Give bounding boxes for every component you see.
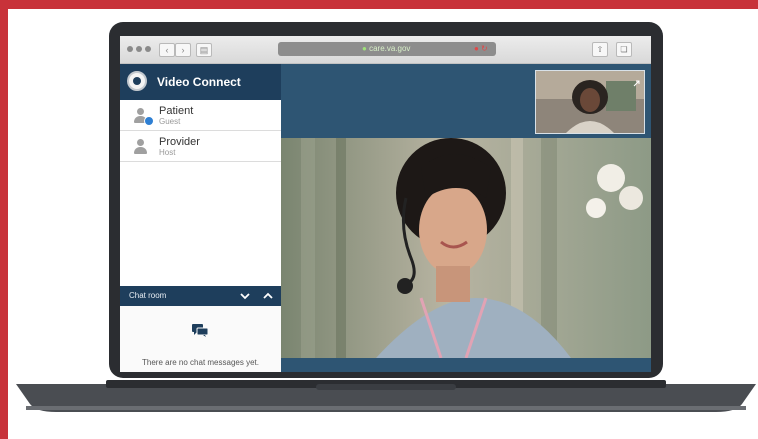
address-bar[interactable]: ● care.va.gov ● ↻ bbox=[278, 42, 496, 56]
red-frame-top bbox=[0, 0, 758, 9]
share-icon[interactable]: ⇧ bbox=[592, 42, 608, 57]
chat-bubble-icon bbox=[192, 324, 209, 338]
participant-name: Provider bbox=[159, 136, 200, 148]
participant-provider[interactable]: Provider Host bbox=[120, 131, 281, 162]
window-close-dot[interactable] bbox=[127, 46, 133, 52]
red-frame-left bbox=[0, 0, 8, 439]
chat-messages-panel: There are no chat messages yet. bbox=[120, 306, 281, 372]
url-text: care.va.gov bbox=[369, 44, 411, 53]
app-title: Video Connect bbox=[157, 75, 241, 89]
back-icon[interactable]: ‹ bbox=[159, 43, 175, 57]
chat-empty-message: There are no chat messages yet. bbox=[142, 358, 259, 367]
participants-sidebar: Video Connect Patient Guest Provider Hos… bbox=[120, 64, 282, 372]
laptop-base bbox=[16, 376, 756, 416]
va-seal-icon bbox=[127, 71, 147, 91]
app-header: Video Connect bbox=[120, 64, 281, 100]
participant-role: Host bbox=[159, 148, 176, 157]
tabs-icon[interactable]: ❏ bbox=[616, 42, 632, 57]
lock-icon: ● bbox=[362, 44, 367, 53]
participant-role: Guest bbox=[159, 117, 181, 126]
self-view-image bbox=[536, 71, 644, 133]
window-minimize-dot[interactable] bbox=[136, 46, 142, 52]
video-area bbox=[281, 64, 651, 372]
provider-video-image bbox=[281, 138, 651, 358]
reload-icon[interactable]: ● ↻ bbox=[474, 44, 488, 53]
person-icon bbox=[133, 139, 147, 155]
forward-icon[interactable]: › bbox=[175, 43, 191, 57]
participant-patient[interactable]: Patient Guest bbox=[120, 100, 281, 131]
main-video-feed bbox=[281, 138, 651, 358]
chat-room-title: Chat room bbox=[129, 291, 167, 300]
chevron-down-icon[interactable] bbox=[240, 291, 250, 301]
expand-icon[interactable] bbox=[633, 74, 640, 87]
video-badge-icon bbox=[144, 116, 154, 126]
self-view-video[interactable] bbox=[535, 70, 645, 134]
sidebar-icon[interactable]: ▤ bbox=[196, 43, 212, 57]
browser-toolbar: ‹ › ▤ ● care.va.gov ● ↻ ⇧ ❏ bbox=[120, 36, 651, 64]
participant-name: Patient bbox=[159, 105, 194, 117]
laptop-screen: ‹ › ▤ ● care.va.gov ● ↻ ⇧ ❏ Video Connec… bbox=[120, 36, 651, 372]
window-maximize-dot[interactable] bbox=[145, 46, 151, 52]
chat-room-header[interactable]: Chat room bbox=[120, 286, 281, 306]
chevron-up-icon[interactable] bbox=[263, 291, 273, 301]
